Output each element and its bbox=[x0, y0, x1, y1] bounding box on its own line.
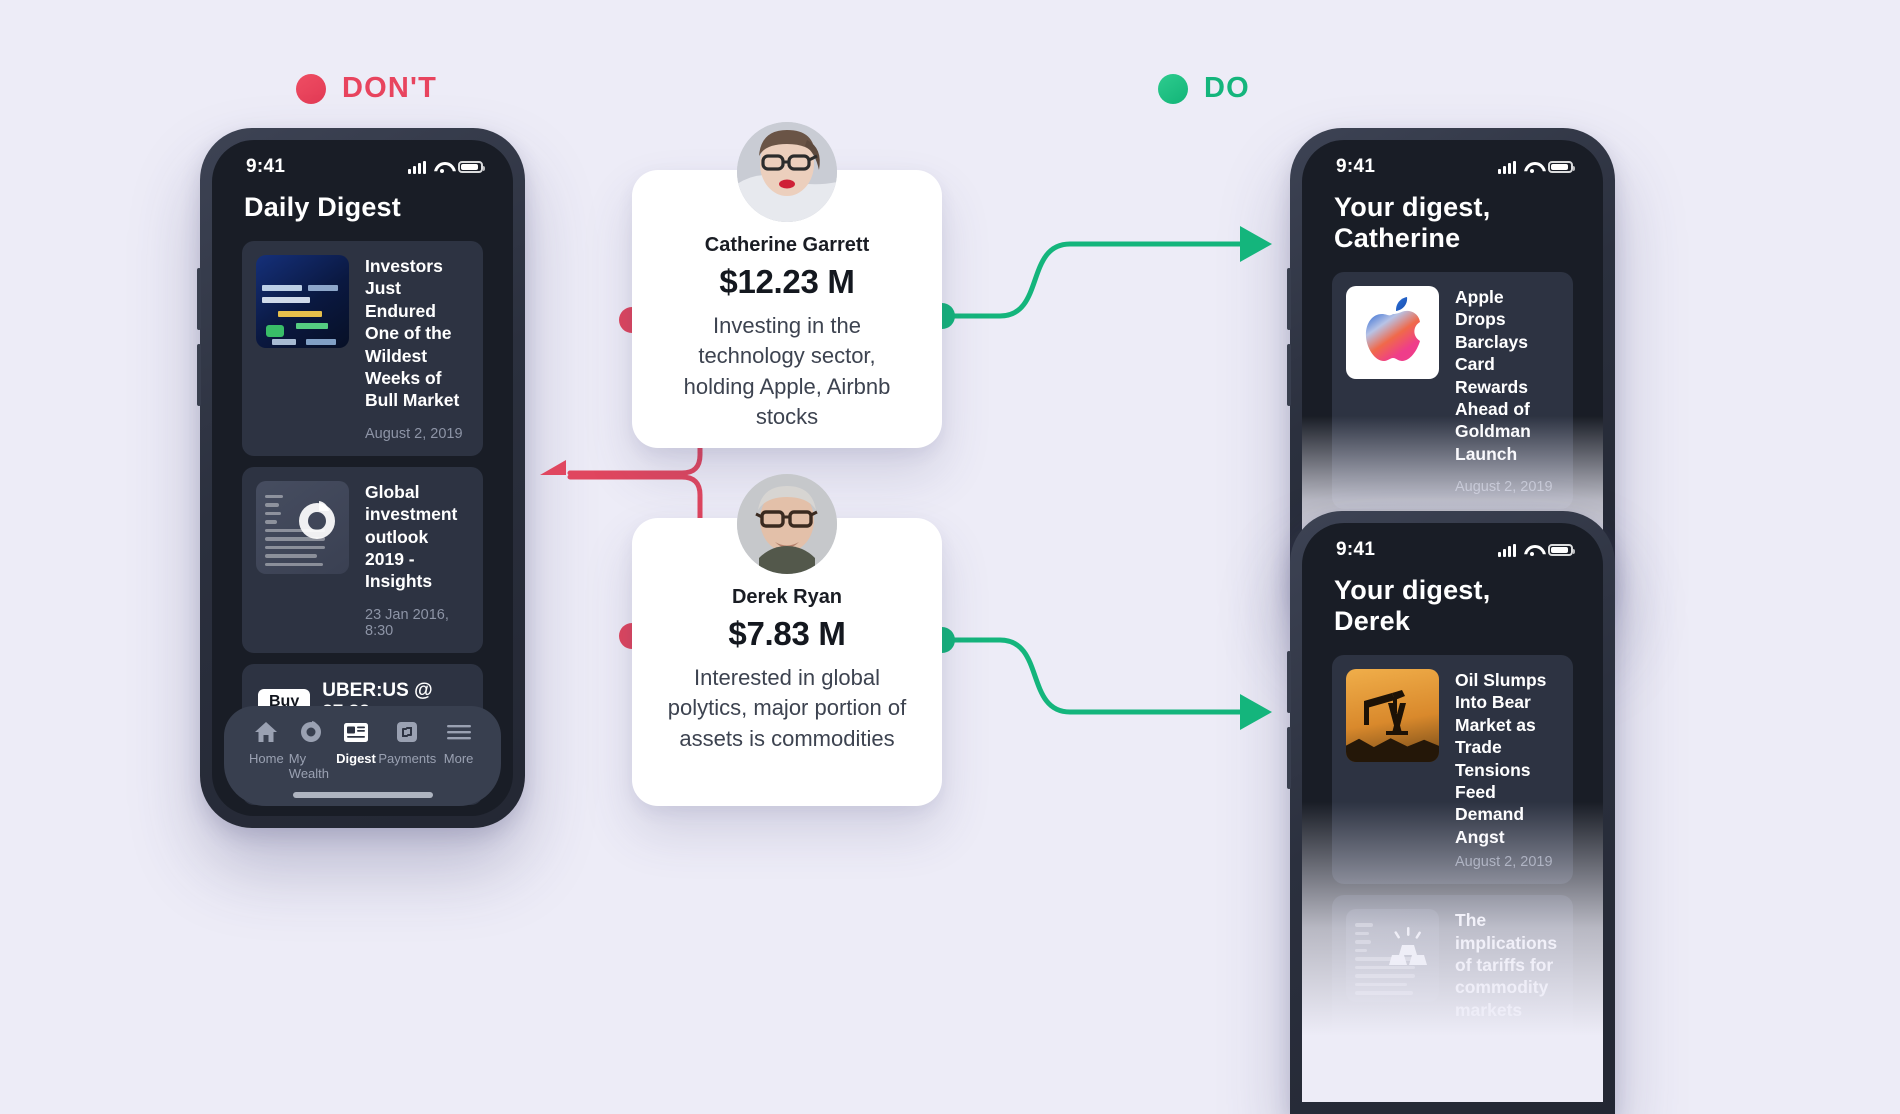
phone-dont-screen: 9:41 Daily Digest Investors Just Endured… bbox=[212, 140, 513, 816]
persona-description: Investing in the technology sector, hold… bbox=[683, 313, 891, 430]
wifi-icon bbox=[1524, 161, 1540, 173]
phone-volume-up-button[interactable] bbox=[1287, 268, 1291, 330]
oil-pump-photo-icon bbox=[1346, 669, 1439, 762]
status-bar: 9:41 bbox=[212, 140, 513, 180]
battery-icon bbox=[458, 161, 485, 173]
tab-my-wealth[interactable]: My Wealth bbox=[289, 719, 334, 781]
digest-card-date: August 2, 2019 bbox=[365, 425, 463, 442]
tab-home-label: Home bbox=[249, 751, 284, 766]
market-ticker-photo-icon bbox=[256, 255, 349, 348]
wifi-icon bbox=[1524, 544, 1540, 556]
home-indicator bbox=[292, 792, 433, 798]
tab-more-label: More bbox=[443, 751, 474, 766]
tab-digest-label: Digest bbox=[336, 751, 376, 766]
status-bar: 9:41 bbox=[1302, 523, 1603, 563]
derek-avatar-icon bbox=[737, 474, 837, 574]
status-icons bbox=[1498, 160, 1575, 174]
dont-label-text: DON'T bbox=[342, 72, 438, 104]
digest-card-body: Investors Just Endured One of the Wildes… bbox=[365, 255, 469, 442]
digest-card[interactable]: Investors Just Endured One of the Wildes… bbox=[242, 241, 483, 456]
phone-volume-down-button[interactable] bbox=[1287, 727, 1291, 789]
page-title: Your digest, Catherine bbox=[1334, 192, 1491, 253]
page-title: Daily Digest bbox=[244, 192, 401, 222]
status-time: 9:41 bbox=[1336, 156, 1376, 177]
phone-volume-down-button[interactable] bbox=[197, 344, 201, 406]
digest-card[interactable]: Apple Drops Barclays Card Rewards Ahead … bbox=[1332, 272, 1573, 510]
pie-chart-document-icon bbox=[256, 480, 349, 574]
wifi-icon bbox=[434, 161, 450, 173]
digest-card-title: Global investment outlook 2019 - Insight… bbox=[365, 481, 458, 592]
status-icons bbox=[1498, 543, 1575, 557]
persona-card-derek: Derek Ryan $7.83 M Interested in global … bbox=[632, 474, 942, 806]
digest-card-title: Apple Drops Barclays Card Rewards Ahead … bbox=[1455, 287, 1531, 464]
status-bar: 9:41 bbox=[1302, 140, 1603, 180]
status-icons bbox=[408, 160, 485, 174]
status-time: 9:41 bbox=[1336, 539, 1376, 560]
tab-digest[interactable]: Digest bbox=[334, 719, 379, 781]
do-label-text: DO bbox=[1204, 72, 1250, 104]
signal-bars-icon bbox=[408, 160, 426, 174]
digest-card[interactable]: Global investment outlook 2019 - Insight… bbox=[242, 466, 483, 653]
phone-derek-screen: 9:41 Your digest, Derek Oil Slumps Into … bbox=[1302, 523, 1603, 1102]
bottom-tab-bar: Home My Wealth Digest Payments More bbox=[224, 706, 501, 806]
digest-card-date: 23 Jan 2016, 8:30 bbox=[1455, 1035, 1539, 1068]
phone-volume-up-button[interactable] bbox=[1287, 651, 1291, 713]
persona-name: Derek Ryan bbox=[731, 586, 843, 608]
catherine-avatar-icon bbox=[737, 122, 837, 222]
do-section-label: DO bbox=[1158, 72, 1250, 105]
dont-section-label: DON'T bbox=[296, 72, 437, 105]
digest-card-title: The implications of tariffs for commodit… bbox=[1455, 910, 1558, 1020]
ghost-markets-widget: Markets Natural Gas 21.1630 +22.14 bbox=[1332, 1092, 1573, 1102]
signal-bars-icon bbox=[1498, 543, 1516, 557]
battery-icon bbox=[1548, 161, 1575, 173]
battery-icon bbox=[1548, 544, 1575, 556]
hamburger-menu-icon bbox=[446, 719, 471, 745]
digest-card-body: Oil Slumps Into Bear Market as Trade Ten… bbox=[1455, 669, 1559, 870]
gold-bars-document-icon bbox=[1346, 909, 1439, 1003]
home-icon bbox=[254, 719, 278, 745]
status-time: 9:41 bbox=[246, 156, 286, 177]
tab-payments-label: Payments bbox=[378, 751, 437, 766]
phone-derek: 9:41 Your digest, Derek Oil Slumps Into … bbox=[1287, 511, 1615, 1114]
digest-card[interactable]: The implications of tariffs for commodit… bbox=[1332, 895, 1573, 1082]
phone-dont: 9:41 Daily Digest Investors Just Endured… bbox=[197, 128, 525, 828]
newspaper-icon bbox=[343, 719, 369, 745]
phone-volume-down-button[interactable] bbox=[1287, 344, 1291, 406]
tab-home[interactable]: Home bbox=[244, 719, 289, 781]
digest-card-date: August 2, 2019 bbox=[1455, 854, 1553, 871]
tab-more[interactable]: More bbox=[436, 719, 481, 781]
tab-payments[interactable]: Payments bbox=[378, 719, 436, 781]
persona-amount: $7.83 M bbox=[728, 615, 846, 652]
apple-logo-icon bbox=[1346, 286, 1439, 379]
digest-card-title: Investors Just Endured One of the Wildes… bbox=[365, 256, 460, 411]
do-dot-icon bbox=[1158, 73, 1188, 104]
digest-card-title: Oil Slumps Into Bear Market as Trade Ten… bbox=[1455, 670, 1547, 847]
digest-card-body: Global investment outlook 2019 - Insight… bbox=[365, 481, 469, 639]
tab-my-wealth-label: My Wealth bbox=[288, 751, 330, 781]
page-title: Your digest, Derek bbox=[1334, 575, 1491, 636]
dont-dot-icon bbox=[296, 73, 326, 104]
digest-card-body: Apple Drops Barclays Card Rewards Ahead … bbox=[1455, 286, 1559, 495]
diagram-canvas: DON'T DO 9:41 Daily Digest Investors Jus… bbox=[0, 0, 1900, 1114]
persona-amount: $12.23 M bbox=[719, 263, 855, 300]
persona-name: Catherine Garrett bbox=[704, 234, 870, 256]
transfer-arrows-icon bbox=[395, 719, 419, 745]
phone-volume-up-button[interactable] bbox=[197, 268, 201, 330]
digest-card[interactable]: Oil Slumps Into Bear Market as Trade Ten… bbox=[1332, 655, 1573, 885]
digest-card-list: Oil Slumps Into Bear Market as Trade Ten… bbox=[1302, 655, 1603, 1102]
digest-card-date: 23 Jan 2016, 8:30 bbox=[365, 606, 449, 639]
persona-description: Interested in global polytics, major por… bbox=[667, 665, 907, 751]
donut-chart-icon bbox=[299, 719, 323, 745]
digest-card-body: The implications of tariffs for commodit… bbox=[1455, 909, 1559, 1067]
persona-card-catherine: Catherine Garrett $12.23 M Investing in … bbox=[632, 122, 942, 448]
digest-card-date: August 2, 2019 bbox=[1455, 479, 1553, 496]
signal-bars-icon bbox=[1498, 160, 1516, 174]
